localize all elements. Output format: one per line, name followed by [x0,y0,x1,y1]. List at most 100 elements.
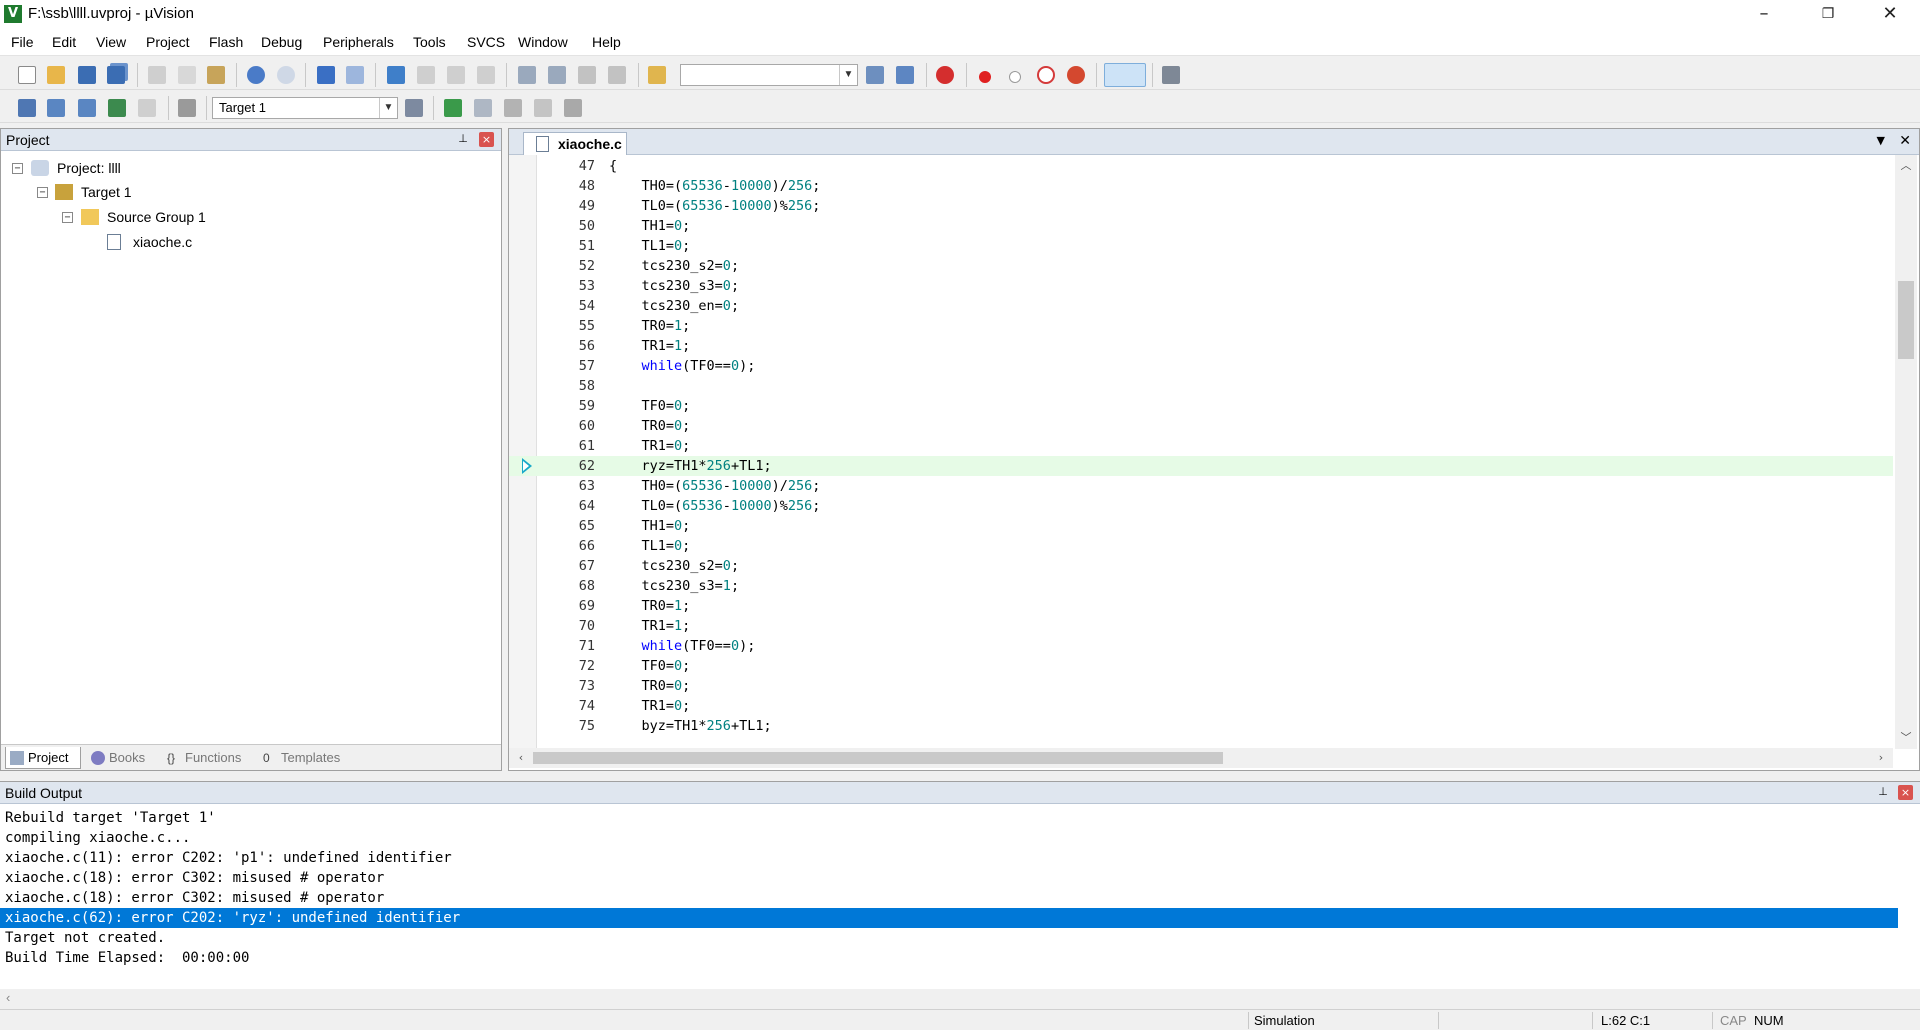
close-icon[interactable]: ✕ [1899,133,1911,149]
manage-run-time-icon[interactable] [474,99,492,117]
start-debug-icon[interactable] [936,66,954,84]
scroll-left-icon[interactable]: ‹ [511,748,531,768]
menu-flash[interactable]: Flash [209,34,243,50]
code-line[interactable]: 55 TR0=1; [509,316,1893,336]
code-line[interactable]: 58 [509,376,1893,396]
scroll-down-icon[interactable]: ﹀ [1895,729,1917,747]
build-output-line[interactable]: Rebuild target 'Target 1' [0,808,1898,828]
menu-tools[interactable]: Tools [413,34,446,50]
scrollbar-thumb[interactable] [533,752,1223,764]
manage-project-items-icon[interactable] [444,99,462,117]
unindent-icon[interactable] [548,66,566,84]
rebuild-icon[interactable] [78,99,96,117]
collapse-icon[interactable]: − [62,212,73,223]
collapse-icon[interactable]: − [37,187,48,198]
menu-peripherals[interactable]: Peripherals [323,34,394,50]
select-packs-icon[interactable] [504,99,522,117]
copy-icon[interactable] [178,66,196,84]
code-line[interactable]: 59 TF0=0; [509,396,1893,416]
chevron-down-icon[interactable]: ▼ [1877,134,1885,147]
close-icon[interactable]: × [1898,785,1913,800]
code-line[interactable]: 67 tcs230_s2=0; [509,556,1893,576]
multi-project-icon[interactable] [534,99,552,117]
breakpoint-enable-icon[interactable] [1009,71,1021,83]
tree-root[interactable]: − Project: llll [11,158,311,178]
save-icon[interactable] [78,66,96,84]
build-output-line[interactable]: Build Time Elapsed: 00:00:00 [0,948,1898,968]
menu-debug[interactable]: Debug [261,34,302,50]
scroll-up-icon[interactable]: ︿ [1895,157,1917,175]
code-line[interactable]: 53 tcs230_s3=0; [509,276,1893,296]
tree-target[interactable]: − Target 1 [11,182,311,202]
build-icon[interactable] [47,99,65,117]
code-line[interactable]: 73 TR0=0; [509,676,1893,696]
chevron-down-icon[interactable]: ▼ [379,98,397,118]
bookmark-clear-icon[interactable] [477,66,495,84]
menu-view[interactable]: View [96,34,126,50]
menu-svcs[interactable]: SVCS [467,34,505,50]
build-output-line[interactable]: xiaoche.c(18): error C302: misused # ope… [0,868,1898,888]
breakpoint-disable-all-icon[interactable] [1037,66,1055,84]
close-icon[interactable]: × [479,132,494,147]
uncomment-icon[interactable] [608,66,626,84]
menu-window[interactable]: Window [518,34,568,50]
menu-help[interactable]: Help [592,34,621,50]
build-horizontal-scrollbar[interactable]: ‹ [0,989,1920,1009]
pin-icon[interactable]: ⊥ [1876,785,1890,799]
build-output-lines[interactable]: Rebuild target 'Target 1' compiling xiaoc… [0,808,1898,984]
code-line[interactable]: 62 ryz=TH1*256+TL1; [509,456,1893,476]
paste-icon[interactable] [207,66,225,84]
code-line[interactable]: 72 TF0=0; [509,656,1893,676]
find-combo[interactable]: ▼ [680,64,858,86]
code-line[interactable]: 70 TR1=1; [509,616,1893,636]
navigate-forward-icon[interactable] [346,66,364,84]
bookmark-next-icon[interactable] [447,66,465,84]
code-line[interactable]: 54 tcs230_en=0; [509,296,1893,316]
target-select[interactable]: Target 1 ▼ [212,97,398,119]
code-line[interactable]: 60 TR0=0; [509,416,1893,436]
menu-file[interactable]: File [11,34,34,50]
code-line[interactable]: 71 while(TF0==0); [509,636,1893,656]
find-in-files-icon[interactable] [648,66,666,84]
restore-button[interactable]: ❐ [1800,0,1856,30]
bookmark-toggle-icon[interactable] [387,66,405,84]
undo-icon[interactable] [247,66,265,84]
code-line[interactable]: 65 TH1=0; [509,516,1893,536]
bookmark-prev-icon[interactable] [417,66,435,84]
build-output-line[interactable]: xiaoche.c(18): error C302: misused # ope… [0,888,1898,908]
download-load-icon[interactable] [178,99,196,117]
breakpoint-insert-icon[interactable] [979,71,991,83]
breakpoint-kill-all-icon[interactable] [1067,66,1085,84]
build-output-line[interactable]: xiaoche.c(62): error C202: 'ryz': undefi… [0,908,1898,928]
collapse-icon[interactable]: − [12,163,23,174]
tab-functions[interactable]: {} Functions [163,747,253,769]
indent-icon[interactable] [518,66,536,84]
tab-templates[interactable]: 0 Templates [259,747,355,769]
tree-group[interactable]: − Source Group 1 [11,207,311,227]
menu-edit[interactable]: Edit [52,34,76,50]
find-icon[interactable] [866,66,884,84]
comment-icon[interactable] [578,66,596,84]
navigate-back-icon[interactable] [317,66,335,84]
editor-horizontal-scrollbar[interactable]: ‹ › [509,748,1893,768]
cut-icon[interactable] [148,66,166,84]
configure-wrench-icon[interactable] [1162,66,1180,84]
code-line[interactable]: 69 TR0=1; [509,596,1893,616]
code-line[interactable]: 57 while(TF0==0); [509,356,1893,376]
code-line[interactable]: 64 TL0=(65536-10000)%256; [509,496,1893,516]
new-file-icon[interactable] [18,66,36,84]
code-line[interactable]: 61 TR1=0; [509,436,1893,456]
menu-project[interactable]: Project [146,34,190,50]
code-line[interactable]: 47 { [509,156,1893,176]
tab-books[interactable]: Books [87,747,157,769]
build-output-line[interactable]: xiaoche.c(11): error C202: 'p1': undefin… [0,848,1898,868]
target-options-icon[interactable] [405,99,423,117]
code-line[interactable]: 75 byz=TH1*256+TL1; [509,716,1893,736]
incremental-find-icon[interactable] [896,66,914,84]
code-line[interactable]: 63 TH0=(65536-10000)/256; [509,476,1893,496]
code-line[interactable]: 48 TH0=(65536-10000)/256; [509,176,1893,196]
tab-project[interactable]: Project [5,747,81,769]
save-all-icon[interactable] [107,66,125,84]
editor-file-tab[interactable]: xiaoche.c [523,132,627,155]
stop-build-icon[interactable] [138,99,156,117]
